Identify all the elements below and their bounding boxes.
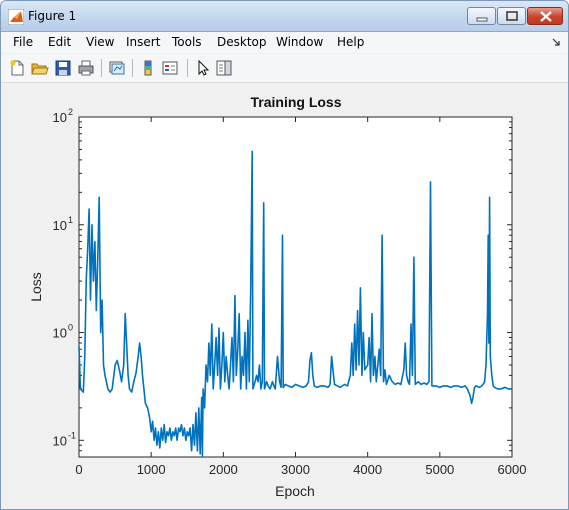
minimize-button[interactable]	[467, 7, 496, 25]
y-tick-label: 10	[53, 326, 67, 341]
x-tick-label: 5000	[425, 462, 454, 477]
y-tick-exponent: 0	[68, 323, 73, 333]
y-tick-label: 10	[53, 110, 67, 125]
colorbar-icon[interactable]	[139, 59, 157, 77]
open-file-icon[interactable]	[31, 59, 49, 77]
new-figure-icon[interactable]	[8, 59, 26, 77]
toolbar-separator	[101, 59, 102, 77]
close-icon	[540, 11, 552, 22]
toolbar-separator	[132, 59, 133, 77]
x-tick-label: 2000	[209, 462, 238, 477]
x-tick-label: 3000	[281, 462, 310, 477]
y-tick-exponent: 2	[68, 107, 73, 117]
menu-desktop[interactable]: Desktop	[217, 35, 267, 49]
y-tick-exponent: -1	[68, 430, 76, 440]
x-tick-label: 1000	[137, 462, 166, 477]
y-axis-label: Loss	[28, 272, 44, 302]
menu-bar: File Edit View Insert Tools Desktop Wind…	[1, 32, 568, 53]
training-loss-plot[interactable]: Training Loss 0 1000 2000 3000 4000 5000 6000 1…	[1, 83, 568, 509]
menu-view[interactable]: View	[86, 35, 114, 49]
figure-window: Figure 1 File Edit View Insert Tools Des…	[0, 0, 569, 510]
title-bar[interactable]: Figure 1	[1, 1, 568, 32]
dock-arrow-icon[interactable]	[552, 38, 560, 46]
property-editor-icon[interactable]	[215, 59, 233, 77]
menu-help[interactable]: Help	[337, 35, 364, 49]
legend-icon[interactable]	[161, 59, 179, 77]
window-title: Figure 1	[28, 9, 77, 23]
menu-edit[interactable]: Edit	[48, 35, 71, 49]
link-plot-icon[interactable]	[108, 59, 126, 77]
print-icon[interactable]	[77, 59, 95, 77]
y-tick-exponent: 1	[68, 215, 73, 225]
x-tick-label: 4000	[353, 462, 382, 477]
y-tick-label: 10	[53, 433, 67, 448]
save-icon[interactable]	[54, 59, 72, 77]
toolbar-separator	[187, 59, 188, 77]
maximize-icon	[506, 11, 518, 21]
menu-window[interactable]: Window	[276, 35, 323, 49]
menu-tools[interactable]: Tools	[172, 35, 202, 49]
x-tick-label: 0	[75, 462, 82, 477]
minimize-icon	[476, 17, 488, 22]
menu-insert[interactable]: Insert	[126, 35, 160, 49]
maximize-button[interactable]	[497, 7, 526, 25]
figure-canvas: Training Loss 0 1000 2000 3000 4000 5000 6000 1…	[1, 83, 568, 509]
x-axis-label: Epoch	[275, 483, 315, 499]
pointer-icon[interactable]	[194, 59, 212, 77]
toolbar	[1, 54, 568, 83]
close-button[interactable]	[527, 7, 563, 25]
matlab-logo-icon	[8, 9, 24, 25]
x-tick-label: 6000	[498, 462, 527, 477]
axes-box	[78, 116, 513, 458]
chart-title: Training Loss	[250, 94, 341, 110]
menu-file[interactable]: File	[13, 35, 33, 49]
y-tick-label: 10	[53, 218, 67, 233]
